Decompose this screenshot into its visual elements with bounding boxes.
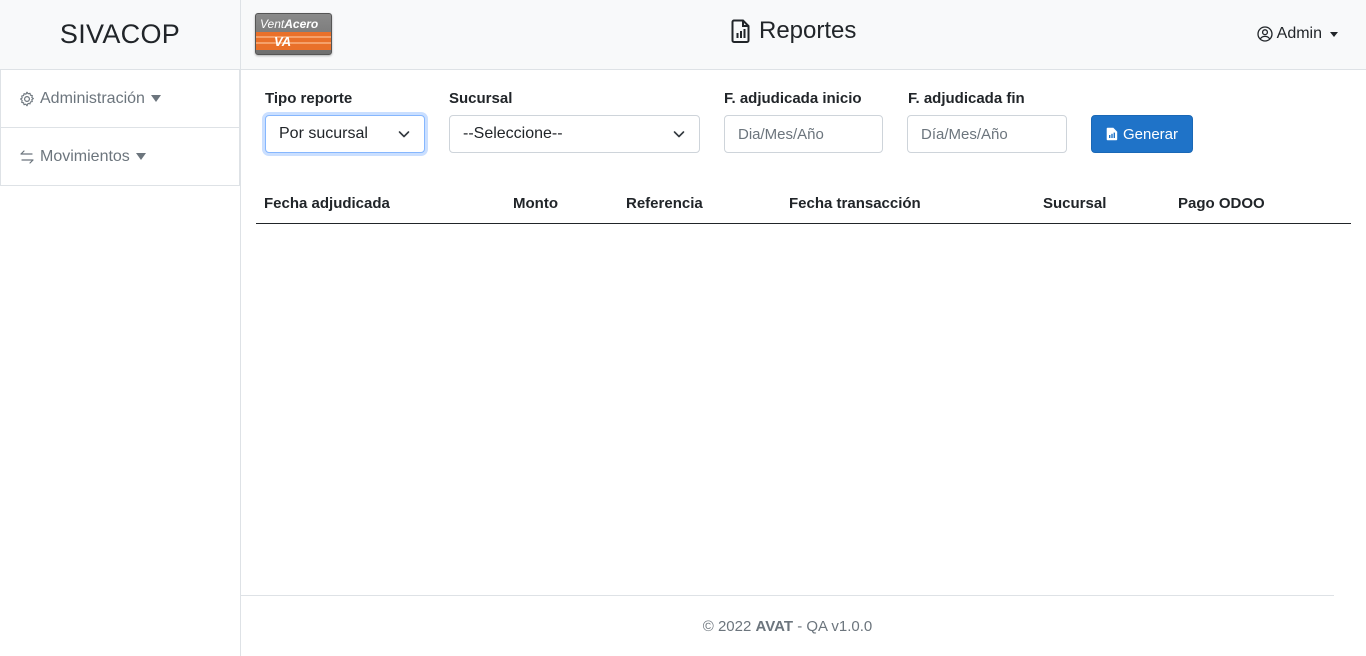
- caret-down-icon: [1330, 31, 1338, 37]
- brand: SIVACOP: [0, 0, 240, 70]
- tipo-reporte-label: Tipo reporte: [265, 90, 353, 107]
- sidebar-item-label: Movimientos: [40, 147, 130, 165]
- sidebar-item-movimientos[interactable]: Movimientos: [0, 128, 240, 186]
- column-header-monto[interactable]: Monto: [513, 195, 558, 212]
- footer: © 2022 AVAT - QA v1.0.0: [241, 618, 1334, 635]
- file-chart-icon: [1106, 127, 1118, 141]
- chevron-down-icon: [673, 127, 685, 145]
- generar-label: Generar: [1122, 125, 1179, 143]
- sidebar: SIVACOP Administración Movimientos: [0, 0, 241, 656]
- tipo-reporte-select[interactable]: Por sucursal: [265, 115, 425, 153]
- sucursal-value: --Seleccione--: [463, 125, 563, 142]
- column-header-fecha-transaccion[interactable]: Fecha transacción: [789, 195, 921, 212]
- sucursal-select[interactable]: --Seleccione--: [449, 115, 700, 153]
- column-header-referencia[interactable]: Referencia: [626, 195, 703, 212]
- sidebar-item-administracion[interactable]: Administración: [0, 70, 240, 128]
- generar-button[interactable]: Generar: [1091, 115, 1193, 153]
- file-chart-icon: [731, 19, 751, 43]
- page-title-text: Reportes: [759, 17, 857, 44]
- sidebar-item-label: Administración: [40, 89, 145, 107]
- column-header-fecha-adjudicada[interactable]: Fecha adjudicada: [264, 195, 390, 212]
- fecha-inicio-input[interactable]: Dia/Mes/Año: [724, 115, 883, 153]
- user-name: Admin: [1276, 25, 1322, 42]
- tipo-reporte-value: Por sucursal: [279, 125, 368, 142]
- top-navbar: VentAcero VA Reportes Admin: [241, 0, 1366, 70]
- user-menu-toggle[interactable]: Admin: [1256, 25, 1338, 43]
- fecha-inicio-placeholder: Dia/Mes/Año: [738, 125, 824, 143]
- chevron-down-icon: [398, 127, 410, 145]
- user-circle-icon: [1256, 26, 1273, 42]
- fecha-fin-placeholder: Día/Mes/Año: [921, 125, 1008, 143]
- page-title: Reportes: [731, 17, 856, 45]
- fecha-fin-label: F. adjudicada fin: [908, 90, 1025, 107]
- gear-icon: [18, 90, 36, 108]
- sucursal-label: Sucursal: [449, 90, 513, 107]
- ventacero-logo[interactable]: VentAcero VA: [255, 13, 332, 55]
- column-header-sucursal[interactable]: Sucursal: [1043, 195, 1106, 212]
- fecha-inicio-label: F. adjudicada inicio: [724, 90, 862, 107]
- table-header-divider: [256, 223, 1351, 224]
- arrows-exchange-icon: [18, 148, 36, 166]
- column-header-pago-odoo[interactable]: Pago ODOO: [1178, 195, 1265, 212]
- footer-copyright: © 2022: [702, 618, 752, 635]
- footer-company: AVAT: [755, 618, 794, 635]
- footer-divider: [241, 595, 1334, 596]
- fecha-fin-input[interactable]: Día/Mes/Año: [907, 115, 1067, 153]
- logo-mark: VA: [274, 34, 292, 49]
- brand-title: SIVACOP: [59, 19, 181, 49]
- caret-down-icon: [150, 95, 161, 102]
- caret-down-icon: [135, 153, 146, 160]
- footer-version: - QA v1.0.0: [797, 618, 873, 635]
- logo-text: VentAcero: [260, 17, 319, 31]
